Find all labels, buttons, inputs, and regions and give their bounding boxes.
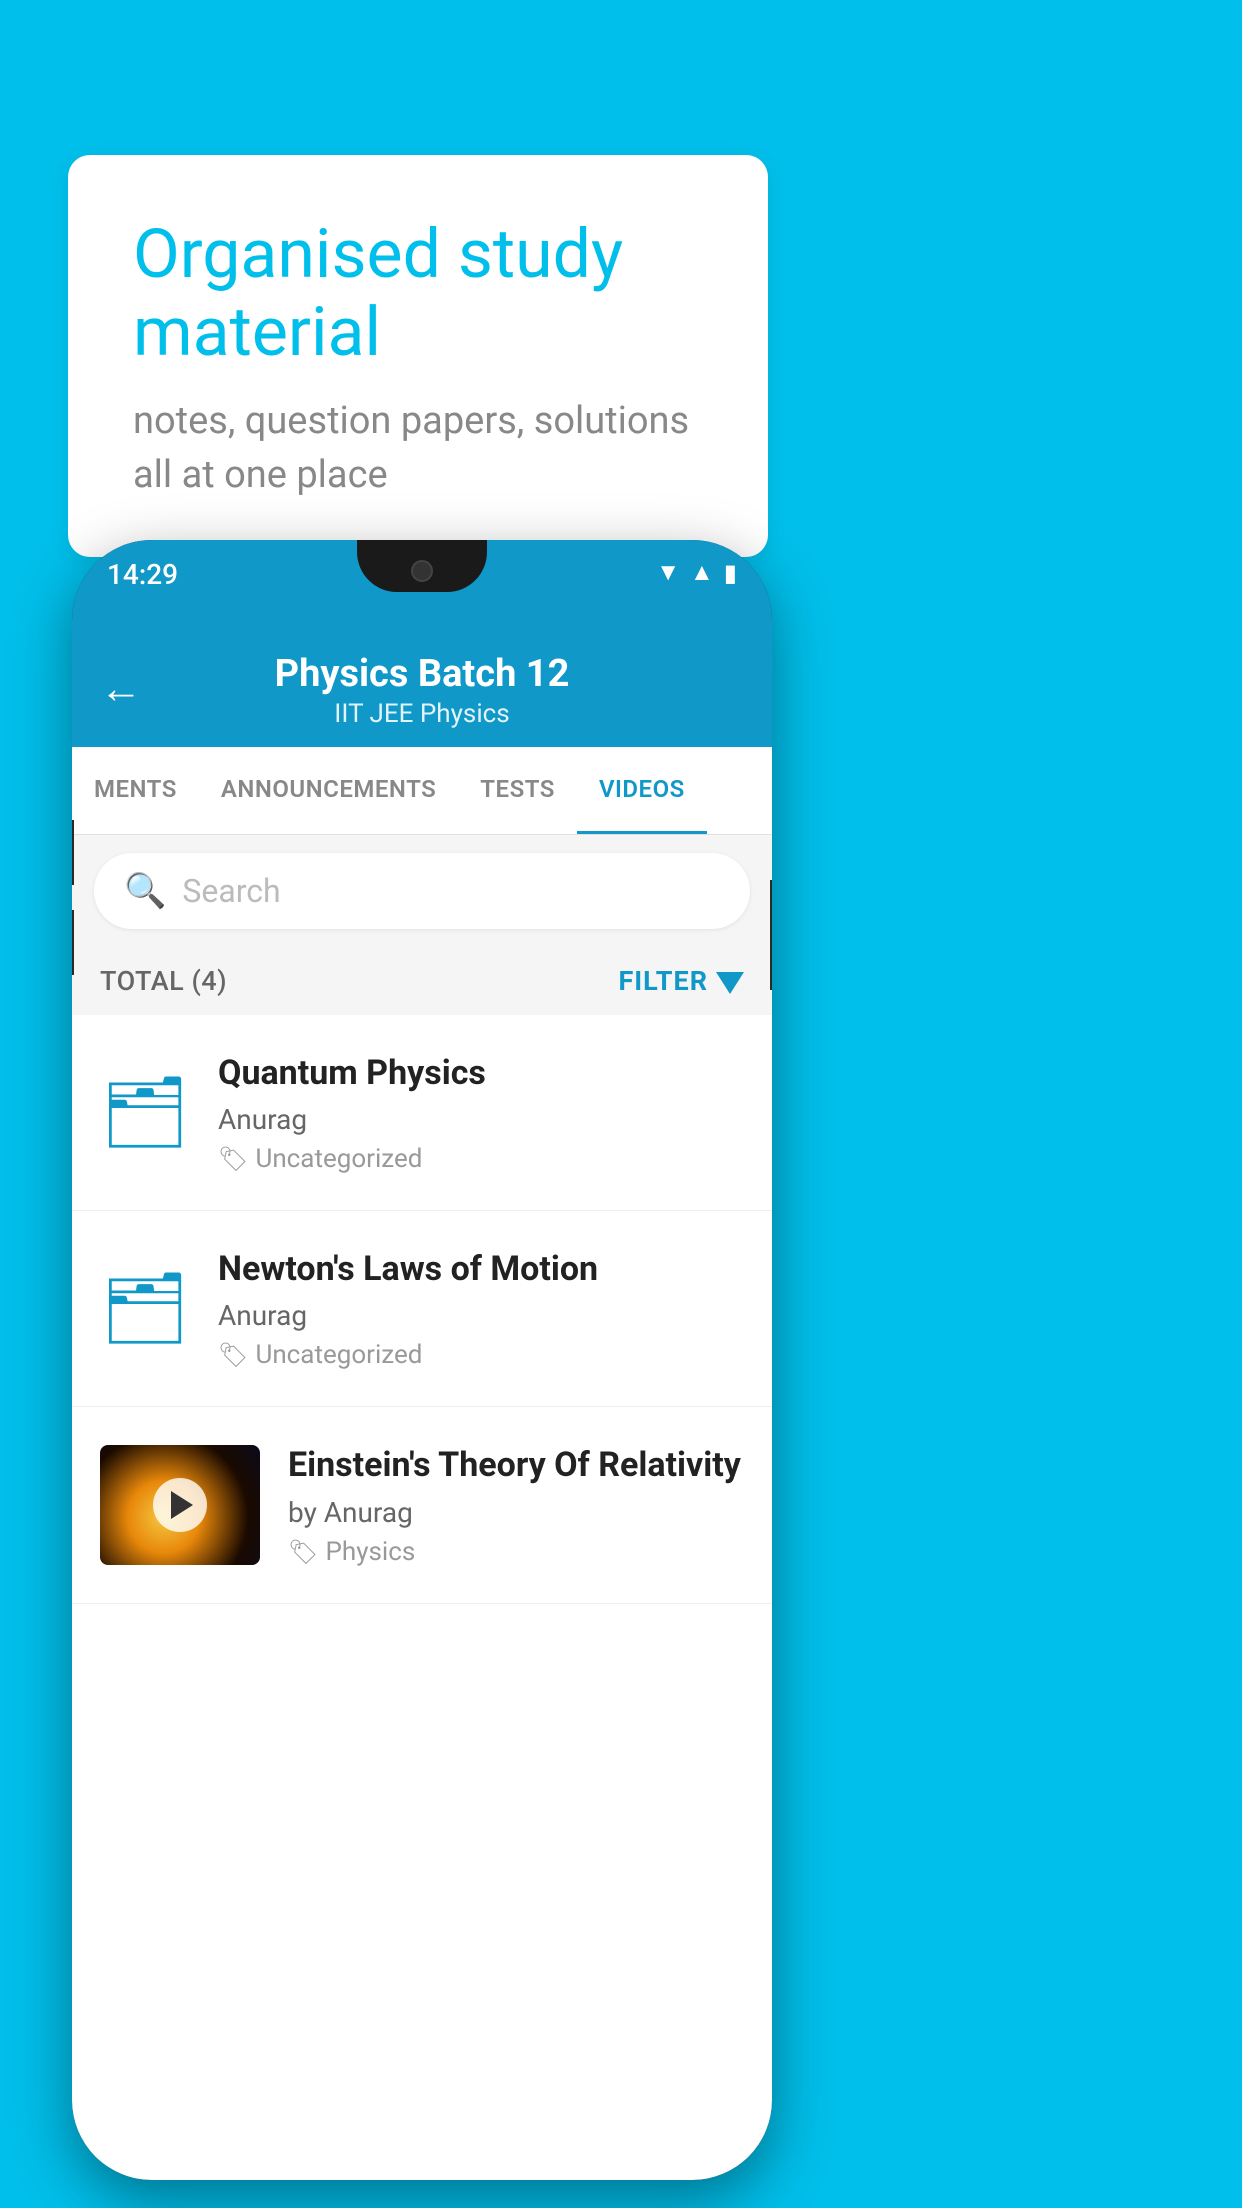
- tab-tests[interactable]: TESTS: [458, 747, 577, 834]
- video-tag: 🏷 Uncategorized: [218, 1340, 744, 1370]
- video-title: Einstein's Theory Of Relativity: [288, 1443, 744, 1487]
- folder-icon-wrap: 🗂: [100, 1274, 190, 1344]
- filter-label: FILTER: [618, 965, 708, 997]
- tag-label: Physics: [325, 1537, 415, 1567]
- back-button[interactable]: ←: [100, 664, 142, 713]
- wifi-icon: ▼: [656, 558, 680, 587]
- status-icons: ▼ ▲ ▮: [656, 558, 737, 587]
- tag-icon: 🏷: [288, 1538, 318, 1566]
- status-time: 14:29: [107, 558, 178, 591]
- tab-announcements[interactable]: ANNOUNCEMENTS: [199, 747, 458, 834]
- bubble-title: Organised study material: [133, 215, 703, 371]
- video-tag: 🏷 Uncategorized: [218, 1144, 744, 1174]
- notch: [357, 540, 487, 592]
- front-camera: [411, 560, 433, 582]
- signal-icon: ▲: [690, 558, 714, 587]
- list-item[interactable]: 🗂 Newton's Laws of Motion Anurag 🏷 Uncat…: [72, 1211, 772, 1407]
- video-author: Anurag: [218, 1103, 744, 1136]
- video-info: Quantum Physics Anurag 🏷 Uncategorized: [218, 1051, 744, 1174]
- search-bar[interactable]: 🔍 Search: [94, 853, 750, 929]
- tab-bar: MENTS ANNOUNCEMENTS TESTS VIDEOS: [72, 747, 772, 835]
- filter-button[interactable]: FILTER: [618, 965, 744, 997]
- play-triangle-icon: [171, 1491, 193, 1519]
- phone-side-button-power: [770, 880, 772, 990]
- list-item[interactable]: Einstein's Theory Of Relativity by Anura…: [72, 1407, 772, 1603]
- video-info: Einstein's Theory Of Relativity by Anura…: [288, 1443, 744, 1566]
- video-list: 🗂 Quantum Physics Anurag 🏷 Uncategorized…: [72, 1015, 772, 1604]
- app-header: ← Physics Batch 12 IIT JEE Physics: [72, 630, 772, 747]
- folder-icon-wrap: 🗂: [100, 1078, 190, 1148]
- tag-label: Uncategorized: [255, 1144, 422, 1174]
- list-item[interactable]: 🗂 Quantum Physics Anurag 🏷 Uncategorized: [72, 1015, 772, 1211]
- folder-icon: 🗂: [101, 1274, 190, 1344]
- speech-bubble-container: Organised study material notes, question…: [68, 155, 768, 557]
- video-tag: 🏷 Physics: [288, 1537, 744, 1567]
- video-info: Newton's Laws of Motion Anurag 🏷 Uncateg…: [218, 1247, 744, 1370]
- play-button[interactable]: [153, 1478, 207, 1532]
- phone-side-button-vol-up: [72, 820, 74, 885]
- tab-ments[interactable]: MENTS: [72, 747, 199, 834]
- video-author: by Anurag: [288, 1496, 744, 1529]
- search-icon: 🔍: [124, 871, 166, 911]
- tag-icon: 🏷: [218, 1341, 248, 1369]
- phone-side-button-vol-down: [72, 910, 74, 975]
- folder-icon: 🗂: [101, 1078, 190, 1148]
- header-subtitle: IIT JEE Physics: [275, 699, 570, 729]
- filter-row: TOTAL (4) FILTER: [72, 947, 772, 1015]
- phone-screen: ← Physics Batch 12 IIT JEE Physics MENTS…: [72, 630, 772, 2180]
- bubble-subtitle: notes, question papers, solutions all at…: [133, 395, 703, 501]
- video-title: Quantum Physics: [218, 1051, 744, 1095]
- tag-label: Uncategorized: [255, 1340, 422, 1370]
- search-placeholder: Search: [182, 872, 280, 910]
- search-container: 🔍 Search: [72, 835, 772, 947]
- total-count: TOTAL (4): [100, 965, 227, 997]
- battery-icon: ▮: [724, 559, 737, 587]
- tag-icon: 🏷: [218, 1145, 248, 1173]
- speech-bubble: Organised study material notes, question…: [68, 155, 768, 557]
- status-bar: 14:29 ▼ ▲ ▮: [72, 540, 772, 630]
- phone-frame: 14:29 ▼ ▲ ▮ ← Physics Batch 12 IIT JEE P…: [72, 540, 772, 2180]
- filter-funnel-icon: [716, 972, 744, 994]
- header-title: Physics Batch 12: [275, 652, 570, 696]
- tab-videos[interactable]: VIDEOS: [577, 747, 707, 834]
- header-title-group: Physics Batch 12 IIT JEE Physics: [275, 652, 570, 729]
- video-thumbnail: [100, 1445, 260, 1565]
- video-title: Newton's Laws of Motion: [218, 1247, 744, 1291]
- video-author: Anurag: [218, 1299, 744, 1332]
